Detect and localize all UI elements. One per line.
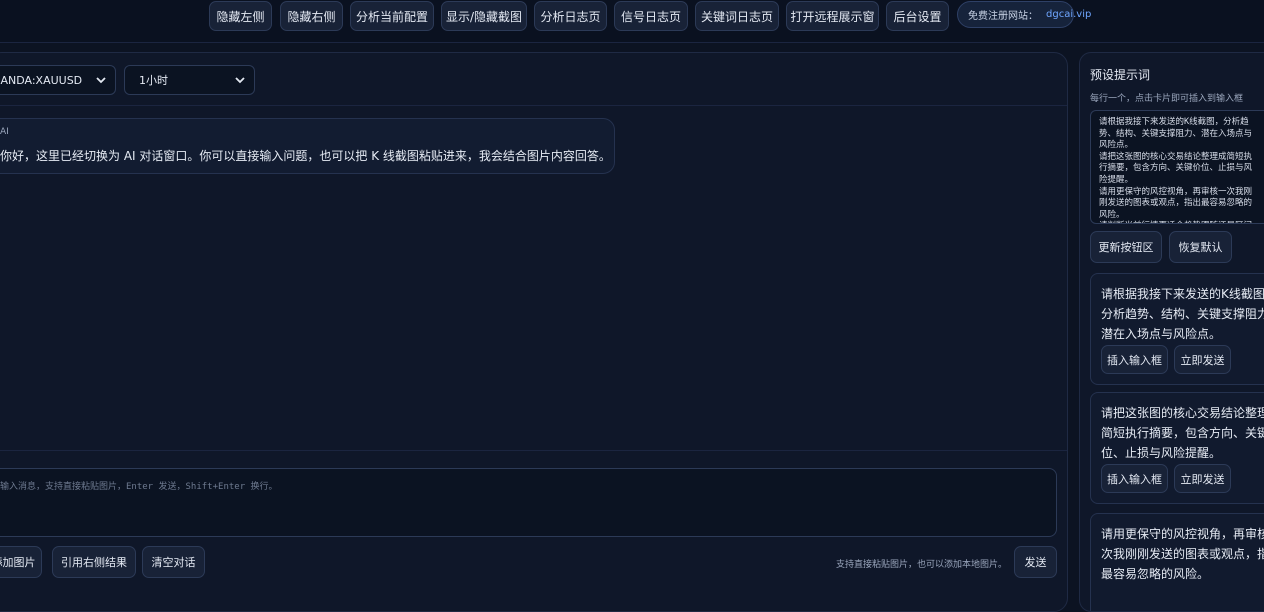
hide-right-button[interactable]: 隐藏右侧	[280, 1, 343, 31]
chevron-down-icon	[96, 77, 106, 84]
preset-card-text: 请根据我接下来发送的K线截图， 分析趋势、结构、关键支撑阻力、 潜在入场点与风险…	[1101, 287, 1264, 341]
send-now-button[interactable]: 立即发送	[1174, 464, 1231, 493]
preset-textarea[interactable]: 请根据我接下来发送的K线截图，分析趋 势、结构、关键支撑阻力、潜在入场点与 风险…	[1090, 110, 1264, 224]
interval-select-value: 1小时	[139, 74, 168, 87]
keyword-log-button[interactable]: 关键词日志页	[695, 1, 779, 31]
analysis-log-button[interactable]: 分析日志页	[534, 1, 607, 31]
backend-settings-button[interactable]: 后台设置	[886, 1, 949, 31]
add-image-button[interactable]: 添加图片	[0, 546, 42, 578]
insert-input-button[interactable]: 插入输入框	[1101, 345, 1168, 374]
update-buttons-button[interactable]: 更新按钮区	[1090, 231, 1162, 263]
hide-left-button[interactable]: 隐藏左侧	[209, 1, 272, 31]
send-button[interactable]: 发送	[1014, 546, 1057, 578]
preset-card[interactable]: 请根据我接下来发送的K线截图， 分析趋势、结构、关键支撑阻力、 潜在入场点与风险…	[1090, 273, 1264, 385]
message-role: AI	[0, 127, 9, 137]
register-site-badge[interactable]: 免费注册网站： dgcai.vip	[957, 1, 1091, 28]
top-toolbar: 隐藏左侧 隐藏右侧 分析当前配置 显示/隐藏截图 分析日志页 信号日志页 关键词…	[0, 0, 1264, 43]
symbol-select[interactable]: OANDA:XAUUSD	[0, 65, 116, 95]
ai-message-bubble: AI 你好，这里已经切换为 AI 对话窗口。你可以直接输入问题，也可以把 K 线…	[0, 118, 615, 174]
chevron-down-icon	[235, 77, 245, 84]
preset-panel: 预设提示词 每行一个，点击卡片即可插入到输入框 请根据我接下来发送的K线截图，分…	[1079, 52, 1264, 612]
interval-select[interactable]: 1小时	[124, 65, 255, 95]
register-site-label: 免费注册网站：	[968, 11, 1038, 22]
preset-card[interactable]: 请用更保守的风控视角，再审核一 次我刚刚发送的图表或观点，指出 最容易忽略的风险…	[1090, 513, 1264, 611]
preset-panel-title: 预设提示词	[1090, 68, 1151, 82]
register-site-link[interactable]: dgcai.vip	[1046, 9, 1091, 20]
symbol-select-value: OANDA:XAUUSD	[0, 73, 83, 87]
analyze-config-button[interactable]: 分析当前配置	[350, 1, 434, 31]
composer-divider	[0, 450, 1067, 451]
message-list: AI 你好，这里已经切换为 AI 对话窗口。你可以直接输入问题，也可以把 K 线…	[0, 106, 1067, 450]
preset-card-text: 请把这张图的核心交易结论整理成 简短执行摘要，包含方向、关键价 位、止损与风险提…	[1101, 406, 1264, 460]
quote-right-result-button[interactable]: 引用右侧结果	[52, 546, 136, 578]
message-input[interactable]: 输入消息，支持直接粘贴图片，Enter 发送，Shift+Enter 换行。	[0, 468, 1057, 537]
message-input-placeholder: 输入消息，支持直接粘贴图片，Enter 发送，Shift+Enter 换行。	[0, 482, 278, 492]
send-now-button[interactable]: 立即发送	[1174, 345, 1231, 374]
chat-panel: OANDA:XAUUSD 1小时 AI 你好，这里已经切换为 AI 对话窗口。你…	[0, 52, 1068, 612]
preset-card-text: 请用更保守的风控视角，再审核一 次我刚刚发送的图表或观点，指出 最容易忽略的风险…	[1101, 527, 1264, 581]
restore-default-button[interactable]: 恢复默认	[1169, 231, 1232, 263]
open-remote-window-button[interactable]: 打开远程展示窗	[786, 1, 879, 31]
signal-log-button[interactable]: 信号日志页	[614, 1, 688, 31]
toggle-screenshot-button[interactable]: 显示/隐藏截图	[441, 1, 527, 31]
preset-card[interactable]: 请把这张图的核心交易结论整理成 简短执行摘要，包含方向、关键价 位、止损与风险提…	[1090, 392, 1264, 504]
paste-hint: 支持直接粘贴图片，也可以添加本地图片。	[836, 560, 1008, 570]
message-text: 你好，这里已经切换为 AI 对话窗口。你可以直接输入问题，也可以把 K 线截图粘…	[0, 149, 611, 163]
insert-input-button[interactable]: 插入输入框	[1101, 464, 1168, 493]
preset-panel-subtitle: 每行一个，点击卡片即可插入到输入框	[1090, 94, 1244, 104]
clear-chat-button[interactable]: 清空对话	[142, 546, 205, 578]
